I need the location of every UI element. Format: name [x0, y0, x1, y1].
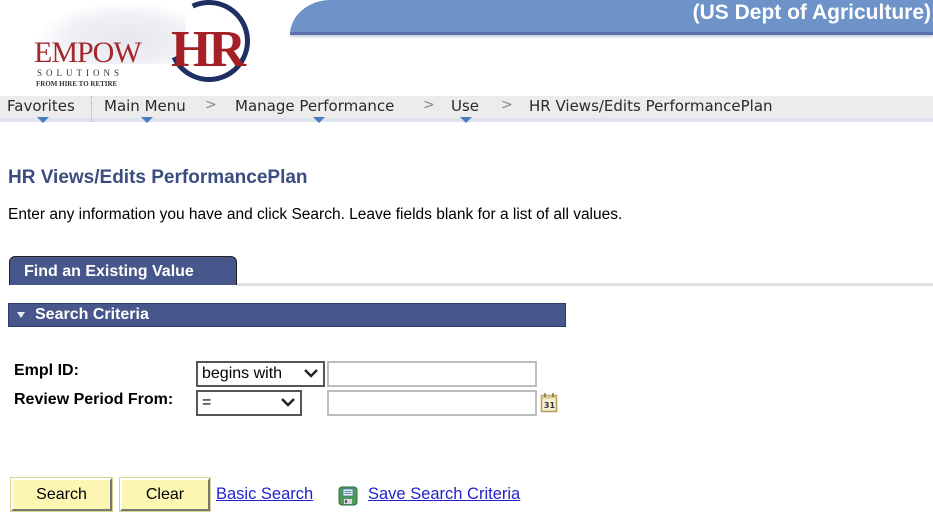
logo-empow-text: EMPOW: [34, 36, 142, 69]
tab-find-existing-value[interactable]: Find an Existing Value: [9, 256, 237, 285]
chevron-down-icon: [304, 369, 318, 378]
nav-divider: [91, 96, 92, 122]
caret-down-icon: [460, 117, 472, 123]
empowhr-logo: EMPOW HR SOLUTIONS FROM HIRE TO RETIRE: [28, 0, 262, 94]
nav-manage-performance[interactable]: Manage Performance: [235, 97, 395, 123]
breadcrumb-nav: Favorites Main Menu > Manage Performance…: [0, 96, 933, 123]
tab-underline: [237, 283, 933, 286]
nav-manage-performance-label: Manage Performance: [235, 97, 395, 115]
empl-id-input[interactable]: [327, 361, 537, 387]
breadcrumb-separator: >: [501, 97, 513, 113]
empl-id-label: Empl ID:: [14, 362, 79, 379]
nav-current-page-label: HR Views/Edits PerformancePlan: [529, 97, 773, 115]
search-criteria-section[interactable]: Search Criteria: [8, 303, 566, 327]
nav-main-menu[interactable]: Main Menu: [104, 97, 186, 123]
empl-id-operator-value: begins with: [202, 365, 283, 382]
nav-use-label: Use: [451, 97, 480, 115]
breadcrumb-separator: >: [423, 97, 435, 113]
caret-down-icon: [141, 117, 153, 123]
empl-id-operator-select[interactable]: begins with: [196, 361, 325, 387]
section-title: Search Criteria: [35, 306, 149, 323]
nav-current-page: HR Views/Edits PerformancePlan: [529, 97, 773, 115]
nav-use[interactable]: Use: [451, 97, 480, 123]
review-period-from-input[interactable]: [327, 390, 537, 416]
caret-down-icon: [37, 117, 49, 123]
instructions-text: Enter any information you have and click…: [8, 206, 623, 223]
review-period-operator-select[interactable]: =: [196, 390, 302, 416]
review-period-from-label: Review Period From:: [14, 391, 174, 408]
logo-hr-text: HR: [171, 21, 246, 78]
basic-search-link[interactable]: Basic Search: [216, 485, 313, 504]
chevron-down-icon: [281, 398, 295, 407]
svg-text:31: 31: [544, 401, 556, 410]
nav-favorites[interactable]: Favorites: [7, 97, 75, 123]
org-name: (US Dept of Agriculture): [692, 1, 931, 24]
save-search-criteria-link[interactable]: Save Search Criteria: [368, 485, 520, 504]
review-period-operator-value: =: [202, 394, 212, 411]
nav-main-menu-label: Main Menu: [104, 97, 186, 115]
calendar-icon[interactable]: 31: [540, 392, 559, 413]
caret-down-icon: [313, 117, 325, 123]
header: (US Dept of Agriculture) EMPOW HR SOLUTI…: [0, 0, 933, 96]
search-button[interactable]: Search: [10, 477, 113, 512]
breadcrumb-separator: >: [205, 97, 217, 113]
org-banner: (US Dept of Agriculture): [290, 0, 933, 35]
nav-favorites-label: Favorites: [7, 97, 75, 115]
clear-button[interactable]: Clear: [119, 477, 211, 512]
logo-solutions-text: SOLUTIONS: [37, 68, 124, 78]
triangle-down-icon[interactable]: [17, 312, 25, 318]
logo-tagline: FROM HIRE TO RETIRE: [36, 80, 118, 88]
floppy-disk-icon[interactable]: [338, 486, 358, 506]
page-title: HR Views/Edits PerformancePlan: [8, 167, 308, 188]
